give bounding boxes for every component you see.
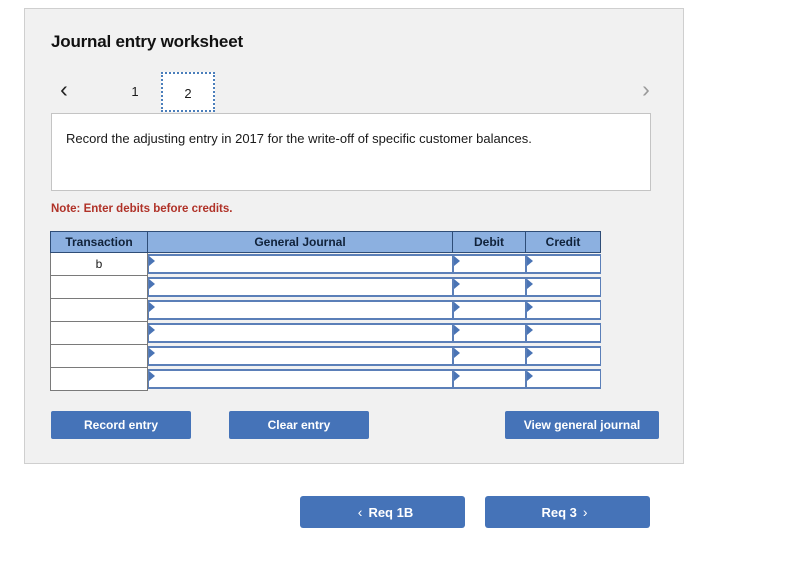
debit-input[interactable]: [452, 323, 526, 343]
journal-entry-worksheet-panel: Journal entry worksheet ‹ 1 2 › Record t…: [24, 8, 684, 464]
cell-credit: [525, 367, 601, 391]
triangle-right-icon: [526, 348, 533, 358]
cell-transaction: [50, 298, 148, 322]
credit-input[interactable]: [525, 300, 601, 320]
instruction-box: Record the adjusting entry in 2017 for t…: [51, 113, 651, 191]
column-header-credit: Credit: [525, 231, 601, 253]
cell-debit: [452, 367, 526, 391]
chevron-right-icon[interactable]: ›: [633, 74, 659, 104]
cell-debit: [452, 321, 526, 345]
credit-input[interactable]: [525, 346, 601, 366]
cell-transaction: [50, 275, 148, 299]
table-row: [50, 321, 601, 345]
previous-requirement-label: Req 1B: [368, 505, 414, 520]
cell-credit: [525, 298, 601, 322]
cell-transaction: [50, 367, 148, 391]
column-header-debit: Debit: [452, 231, 526, 253]
debit-input[interactable]: [452, 300, 526, 320]
triangle-right-icon: [526, 371, 533, 381]
triangle-right-icon: [453, 302, 460, 312]
debit-input[interactable]: [452, 254, 526, 275]
cell-credit: [525, 275, 601, 299]
cell-general-journal: [147, 298, 453, 322]
general-journal-input[interactable]: [148, 254, 453, 275]
general-journal-input[interactable]: [148, 277, 453, 297]
cell-debit: [452, 252, 526, 276]
previous-requirement-button[interactable]: ‹ Req 1B: [300, 496, 465, 528]
table-row: [50, 367, 601, 391]
debit-input[interactable]: [452, 346, 526, 366]
page-title: Journal entry worksheet: [51, 32, 243, 51]
cell-credit: [525, 321, 601, 345]
cell-credit: [525, 252, 601, 276]
cell-transaction: [50, 344, 148, 368]
next-requirement-button[interactable]: Req 3 ›: [485, 496, 650, 528]
table-row: [50, 344, 601, 368]
worksheet-tab-2[interactable]: 2: [161, 72, 215, 112]
cell-general-journal: [147, 344, 453, 368]
table-row: [50, 275, 601, 299]
record-entry-button[interactable]: Record entry: [51, 411, 191, 439]
triangle-right-icon: [526, 256, 533, 267]
triangle-right-icon: [149, 302, 155, 312]
next-requirement-label: Req 3: [541, 505, 577, 520]
triangle-right-icon: [149, 371, 155, 381]
cell-debit: [452, 344, 526, 368]
debits-before-credits-note: Note: Enter debits before credits.: [51, 203, 233, 215]
instruction-text: Record the adjusting entry in 2017 for t…: [66, 131, 532, 146]
triangle-right-icon: [526, 325, 533, 335]
triangle-right-icon: [453, 279, 460, 289]
chevron-left-icon[interactable]: ‹: [51, 74, 77, 104]
general-journal-input[interactable]: [148, 300, 453, 320]
triangle-right-icon: [453, 325, 460, 335]
triangle-right-icon: [453, 348, 460, 358]
triangle-right-icon: [149, 348, 155, 358]
table-row: b: [50, 252, 601, 276]
column-header-general-journal: General Journal: [147, 231, 453, 253]
triangle-right-icon: [149, 325, 155, 335]
cell-general-journal: [147, 275, 453, 299]
general-journal-input[interactable]: [148, 346, 453, 366]
clear-entry-button[interactable]: Clear entry: [229, 411, 369, 439]
triangle-right-icon: [453, 371, 460, 381]
credit-input[interactable]: [525, 369, 601, 389]
triangle-right-icon: [149, 279, 155, 289]
cell-transaction: [50, 321, 148, 345]
debit-input[interactable]: [452, 277, 526, 297]
general-journal-input[interactable]: [148, 323, 453, 343]
table-header-row: Transaction General Journal Debit Credit: [50, 231, 601, 253]
worksheet-tab-strip: ‹ 1 2 ›: [25, 66, 685, 114]
triangle-right-icon: [149, 256, 155, 267]
credit-input[interactable]: [525, 277, 601, 297]
debit-input[interactable]: [452, 369, 526, 389]
cell-general-journal: [147, 252, 453, 276]
triangle-right-icon: [526, 302, 533, 312]
cell-debit: [452, 298, 526, 322]
cell-credit: [525, 344, 601, 368]
cell-general-journal: [147, 367, 453, 391]
credit-input[interactable]: [525, 254, 601, 275]
chevron-left-icon: ‹: [357, 504, 363, 520]
triangle-right-icon: [453, 256, 460, 267]
view-general-journal-button[interactable]: View general journal: [505, 411, 659, 439]
cell-debit: [452, 275, 526, 299]
triangle-right-icon: [526, 279, 533, 289]
cell-general-journal: [147, 321, 453, 345]
column-header-transaction: Transaction: [50, 231, 148, 253]
general-journal-input[interactable]: [148, 369, 453, 389]
worksheet-tab-1[interactable]: 1: [108, 72, 162, 112]
chevron-right-icon: ›: [582, 504, 588, 520]
cell-transaction: b: [50, 252, 148, 276]
table-row: [50, 298, 601, 322]
journal-entry-table: Transaction General Journal Debit Credit…: [50, 231, 601, 391]
credit-input[interactable]: [525, 323, 601, 343]
